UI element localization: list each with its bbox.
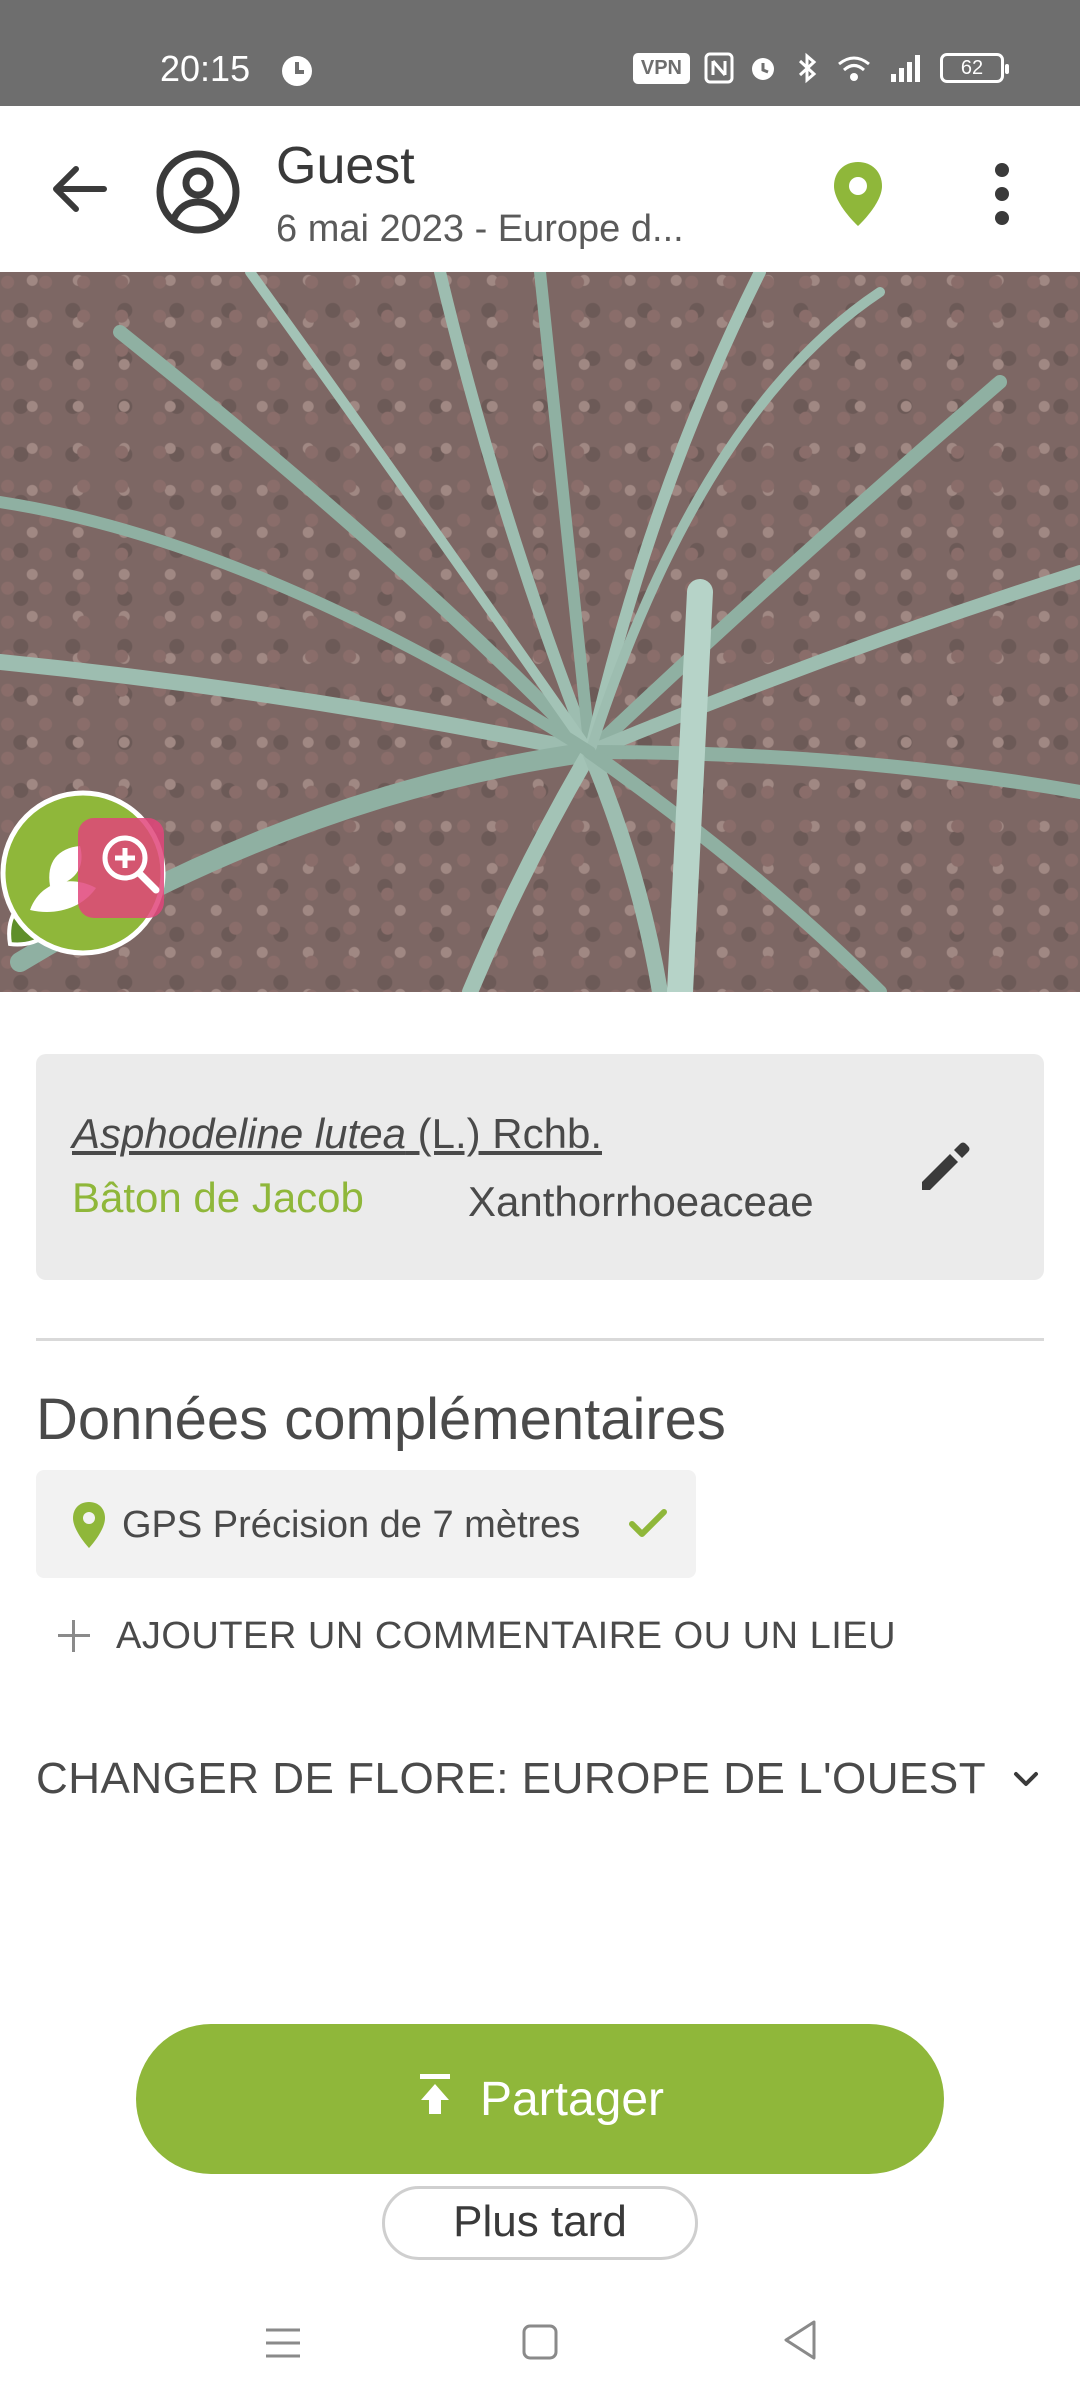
nfc-icon <box>704 52 734 84</box>
scientific-name-link[interactable]: Asphodeline lutea (L.) Rchb. <box>72 1110 602 1158</box>
edit-pencil-icon[interactable] <box>910 1132 980 1202</box>
status-icons: VPN 62 <box>632 52 1009 84</box>
location-pin-icon <box>73 1502 105 1548</box>
vpn-badge: VPN <box>632 52 690 84</box>
upload-icon <box>419 2074 450 2114</box>
system-nav-bar <box>0 2286 1080 2400</box>
status-time: 20:15 <box>160 48 251 89</box>
gps-precision-chip: GPS Précision de 7 mètres <box>36 1470 696 1578</box>
plant-photo[interactable] <box>0 272 1080 992</box>
share-label: Partager <box>479 2072 665 2126</box>
page-subtitle: 6 mai 2023 - Europe d... <box>276 208 684 250</box>
section-title: Données complémentaires <box>36 1387 726 1452</box>
add-comment-label: AJOUTER UN COMMENTAIRE OU UN LIEU <box>116 1614 897 1657</box>
more-vert-icon[interactable] <box>980 156 1024 232</box>
nav-back-icon[interactable] <box>780 2318 820 2362</box>
zoom-identify-icon[interactable] <box>0 790 166 956</box>
scientific-name: Asphodeline lutea <box>72 1110 406 1157</box>
back-arrow-icon[interactable] <box>44 154 114 224</box>
family-name: Xanthorrhoeaceae <box>468 1178 814 1225</box>
signal-icon <box>891 55 920 82</box>
scientific-author: (L.) Rchb. <box>405 1110 602 1157</box>
recent-apps-icon[interactable] <box>262 2324 304 2362</box>
chevron-down-icon <box>1014 1772 1039 1786</box>
home-icon[interactable] <box>520 2322 560 2362</box>
bluetooth-icon <box>798 52 817 84</box>
gps-precision-text: GPS Précision de 7 mètres <box>122 1504 581 1546</box>
change-flora-dropdown[interactable]: CHANGER DE FLORE: EUROPE DE L'OUEST <box>36 1754 1044 1804</box>
common-name: Bâton de Jacob <box>72 1174 364 1221</box>
later-button[interactable]: Plus tard <box>382 2186 698 2260</box>
section-divider <box>36 1338 1044 1341</box>
add-comment-button[interactable]: AJOUTER UN COMMENTAIRE OU UN LIEU <box>56 1608 896 1664</box>
plus-icon <box>56 1618 92 1654</box>
page-title: Guest <box>276 137 415 195</box>
status-bar: 20:15 VPN 62 <box>0 0 1080 106</box>
app-bar: Guest 6 mai 2023 - Europe d... <box>0 106 1080 272</box>
battery-icon: 62 <box>940 53 1009 83</box>
species-card[interactable]: Asphodeline lutea (L.) Rchb. Bâton de Ja… <box>36 1054 1044 1280</box>
alarm-icon <box>752 58 774 80</box>
change-flora-label: CHANGER DE FLORE: EUROPE DE L'OUEST <box>36 1754 987 1803</box>
account-circle-icon[interactable] <box>156 150 240 234</box>
location-pin-icon[interactable] <box>826 158 890 230</box>
wifi-icon <box>838 56 870 81</box>
alarm-clock-icon <box>282 56 312 86</box>
share-button[interactable]: Partager <box>136 2024 944 2174</box>
check-icon <box>629 1509 667 1537</box>
